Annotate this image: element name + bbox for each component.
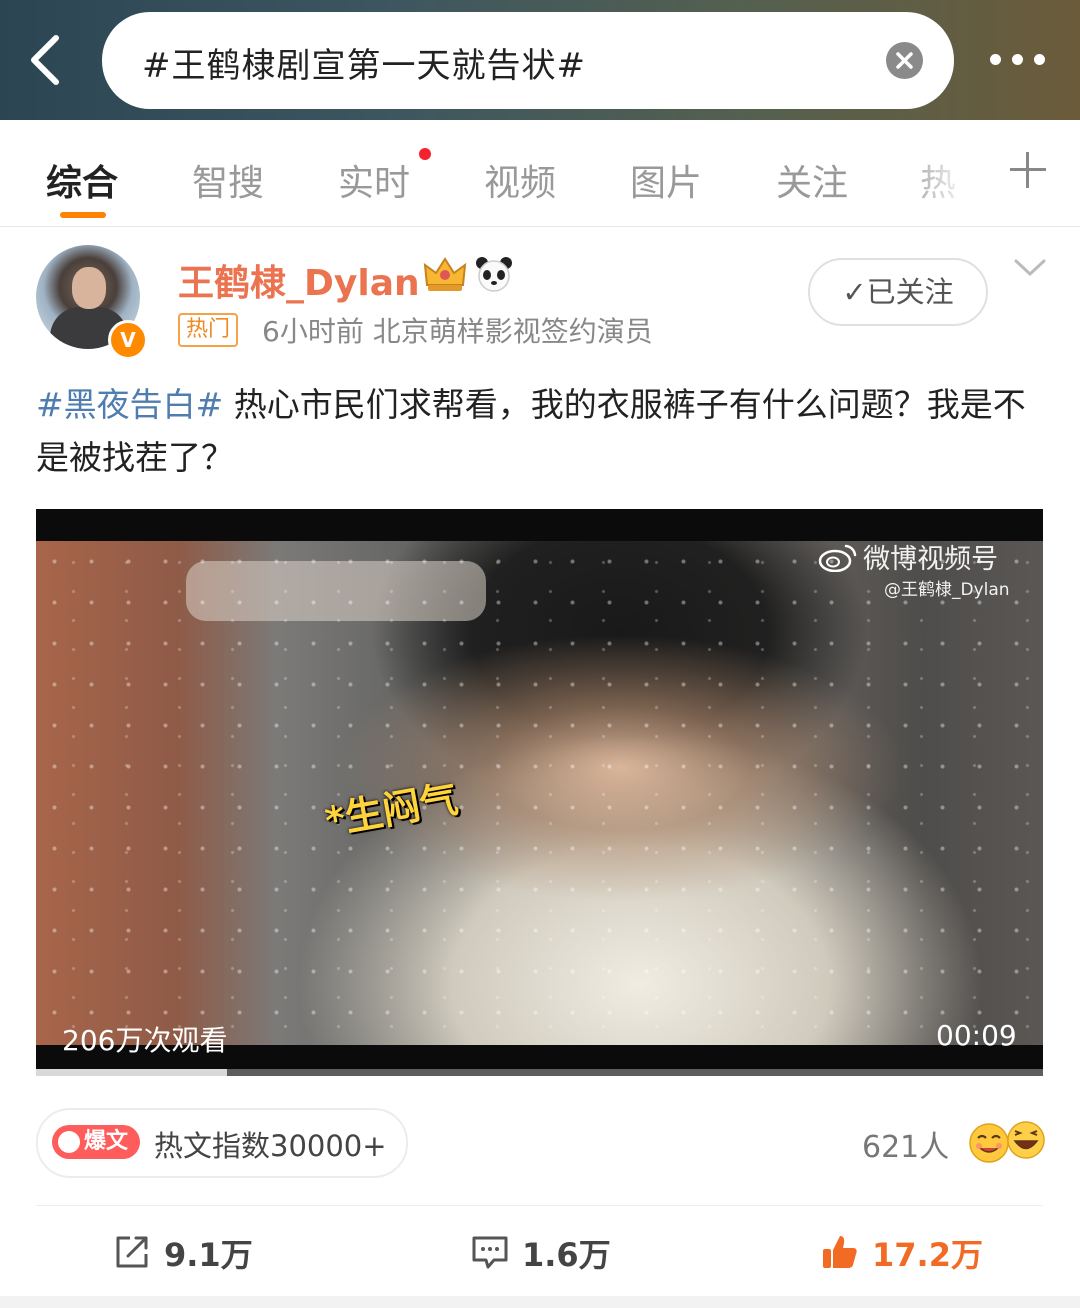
comment-icon (472, 1236, 508, 1269)
panda-icon (476, 257, 512, 292)
hot-article-pill[interactable]: 爆文 热文指数30000+ (36, 1108, 408, 1178)
thumbs-up-icon (823, 1236, 857, 1268)
verified-badge-icon: V (108, 320, 148, 360)
snow-overlay (36, 541, 1043, 1045)
video-progress-fill (36, 1069, 228, 1076)
dot-icon (1034, 54, 1045, 65)
following-button[interactable]: ✓已关注 (808, 258, 988, 326)
dot-icon (1012, 54, 1023, 65)
weibo-logo-icon (818, 544, 857, 572)
comment-count: 1.6万 (522, 1236, 611, 1274)
tab-fade-overlay (900, 140, 990, 220)
video-progress-bar[interactable] (36, 1069, 1043, 1076)
search-query[interactable]: #王鹤棣剧宣第一天就告状# (142, 38, 586, 87)
repost-count: 9.1万 (164, 1236, 253, 1274)
search-tabs: 综合 智搜 实时 视频 图片 关注 热 (0, 120, 1080, 227)
dot-icon (990, 54, 1001, 65)
tab-video[interactable]: 视频 (484, 154, 556, 206)
video-watermark: 微博视频号 @王鹤棣_Dylan (818, 537, 1010, 600)
watermark-user: @王鹤棣_Dylan (884, 580, 1010, 600)
author-name[interactable]: 王鹤棣_Dylan (178, 254, 420, 306)
hot-index-text: 热文指数30000+ (154, 1129, 387, 1163)
back-arrow-icon (31, 35, 59, 85)
avatar-face (72, 267, 106, 309)
add-tab-plus-icon[interactable] (1010, 152, 1046, 188)
post-content: #黑夜告白# 热心市民们求帮看，我的衣服裤子有什么问题？我是不是被找茬了？ (36, 378, 1046, 484)
reaction-count[interactable]: 621人 (862, 1122, 949, 1166)
search-box[interactable]: #王鹤棣剧宣第一天就告状# (102, 12, 954, 109)
close-icon (896, 52, 913, 69)
active-tab-indicator (60, 212, 106, 218)
share-icon (116, 1236, 148, 1268)
more-options-button[interactable] (986, 50, 1048, 70)
video-duration: 00:09 (936, 1019, 1017, 1052)
laughing-emoji-icon[interactable] (1006, 1120, 1046, 1160)
tab-realtime[interactable]: 实时 (338, 154, 410, 206)
view-count: 206万次观看 (62, 1024, 228, 1057)
baowen-badge: 爆文 (52, 1125, 140, 1159)
new-indicator-dot (419, 148, 431, 160)
crown-icon (423, 257, 467, 291)
back-button[interactable] (22, 28, 72, 92)
like-count: 17.2万 (872, 1236, 983, 1274)
post-meta: 6小时前 北京萌样影视签约演员 (262, 315, 653, 348)
tab-following[interactable]: 关注 (776, 154, 848, 206)
bottom-separator (0, 1296, 1080, 1308)
fire-icon (58, 1131, 80, 1153)
hot-tag-badge: 热门 (178, 313, 239, 347)
tab-images[interactable]: 图片 (630, 154, 702, 206)
divider (36, 1205, 1043, 1206)
love-face-emoji-icon[interactable] (968, 1122, 1010, 1164)
clear-search-button[interactable] (886, 42, 923, 79)
watermark-title: 微博视频号 (863, 544, 999, 575)
video-player[interactable]: *生闷气 微博视频号 @王鹤棣_Dylan 206万次观看 00:09 (36, 509, 1043, 1075)
tab-smart-search[interactable]: 智搜 (192, 154, 264, 206)
baowen-label: 爆文 (84, 1129, 129, 1154)
chevron-down-icon[interactable] (1014, 258, 1046, 278)
search-header: #王鹤棣剧宣第一天就告状# (0, 0, 1080, 120)
topic-hashtag[interactable]: #黑夜告白# (36, 385, 223, 424)
tab-comprehensive[interactable]: 综合 (46, 154, 118, 206)
